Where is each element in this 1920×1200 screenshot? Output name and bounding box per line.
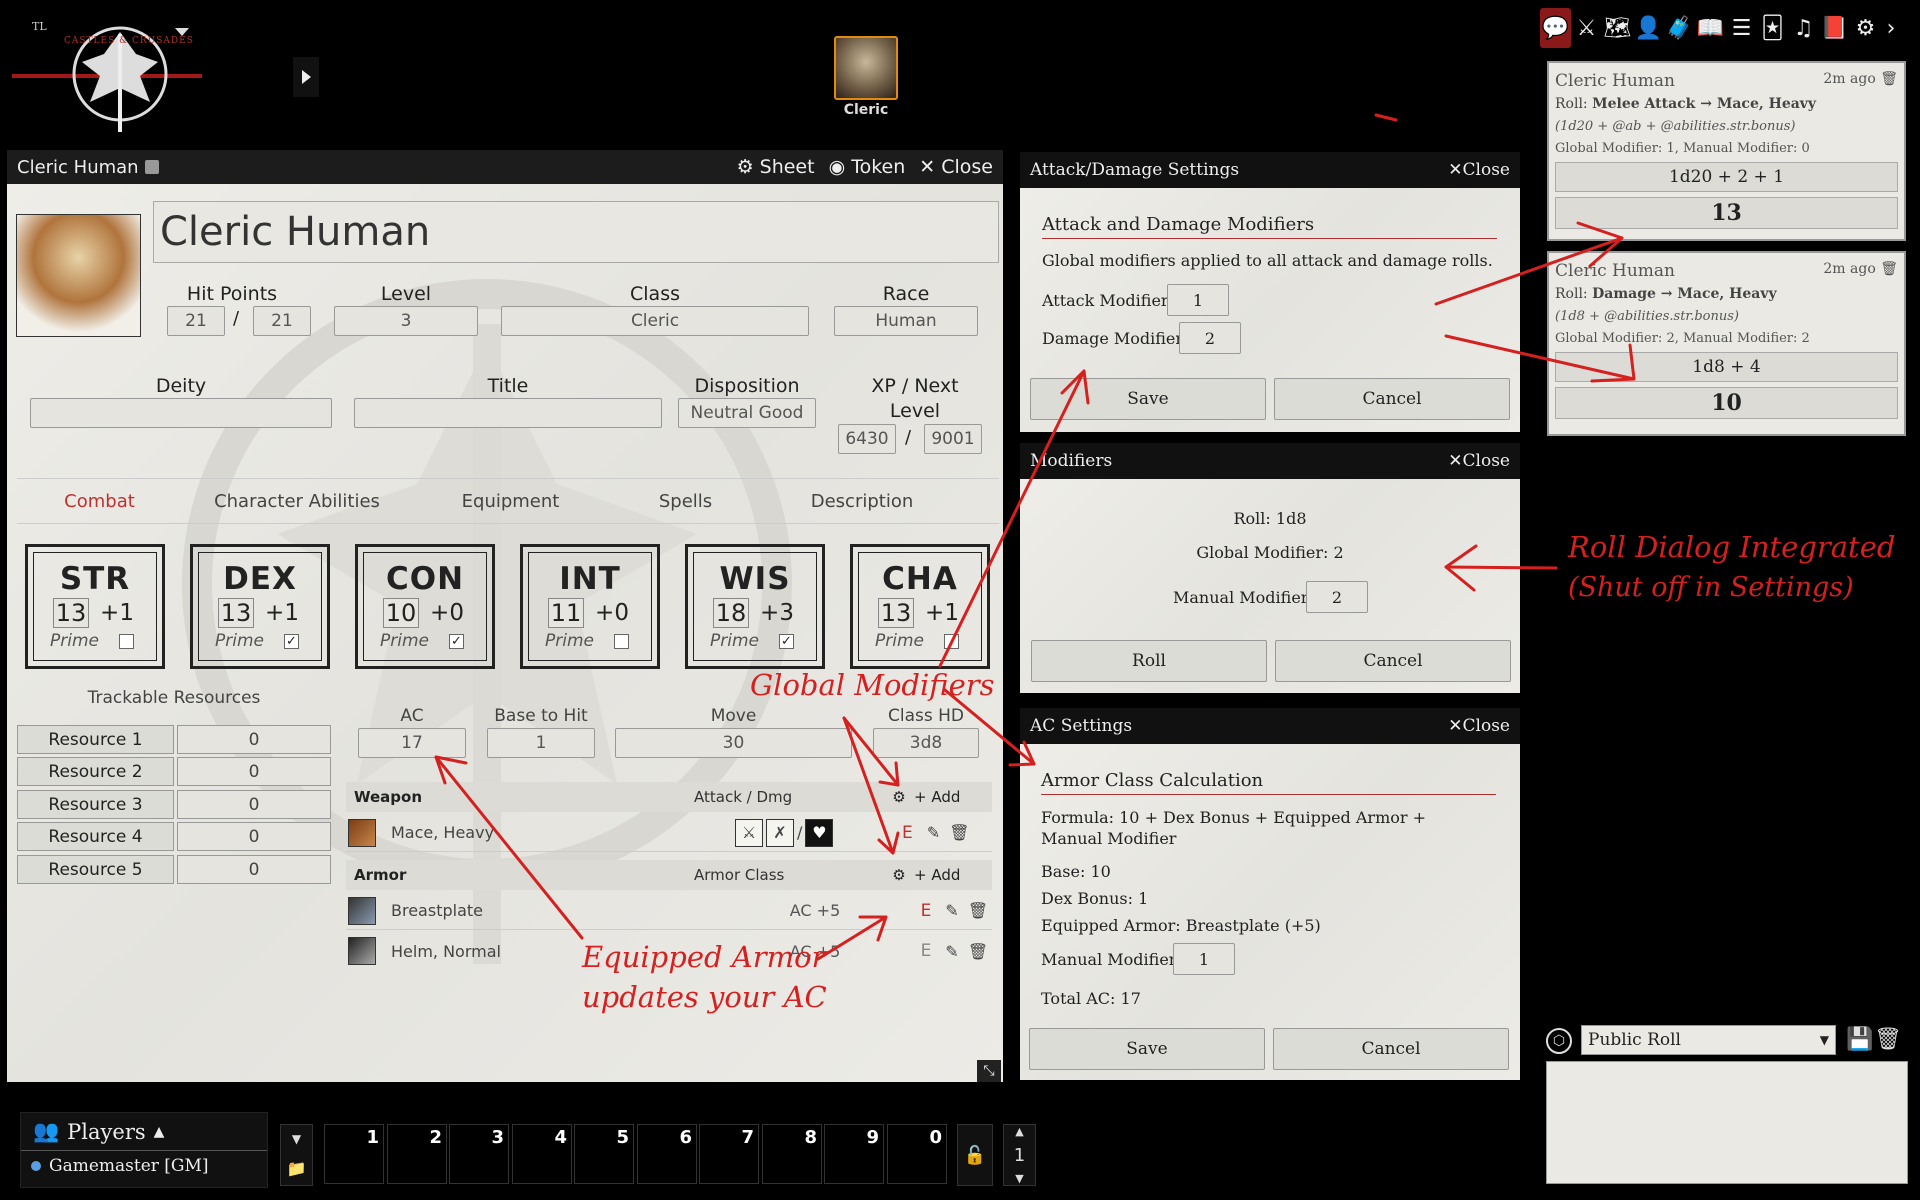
roll-dialog-annotation-line2: (Shut off in Settings) [1568,572,1854,603]
global-modifiers-annotation: Global Modifiers [750,668,995,702]
equipped-armor-annotation-line2: updates your AC [582,980,827,1014]
equipped-armor-annotation-line1: Equipped Armor [582,940,826,974]
roll-dialog-annotation-line1: Roll Dialog Integrated [1568,530,1896,564]
